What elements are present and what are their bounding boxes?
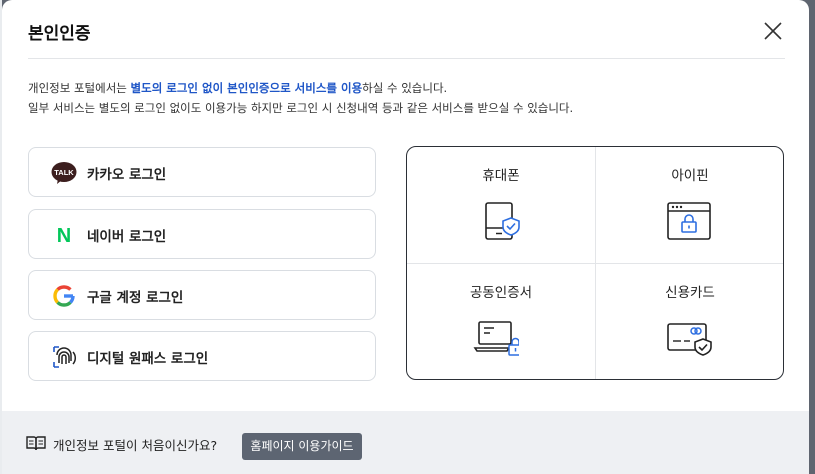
auth-method-credit-card-label: 신용카드 xyxy=(665,285,715,301)
auth-method-certificate[interactable]: 공동인증서 xyxy=(407,264,595,379)
kakao-talk-icon: TALK xyxy=(51,162,77,184)
auth-method-ipin[interactable]: 아이핀 xyxy=(596,147,783,263)
modal-footer: 개인정보 포털이 처음이신가요? 홈페이지 이용가이드 xyxy=(2,411,809,474)
auth-method-certificate-label: 공동인증서 xyxy=(469,285,533,301)
homepage-guide-button[interactable]: 홈페이지 이용가이드 xyxy=(242,433,362,460)
close-button[interactable] xyxy=(760,18,786,44)
kakao-login-button[interactable]: TALK 카카오 로그인 xyxy=(28,147,376,197)
title-divider xyxy=(28,58,785,59)
auth-method-credit-card[interactable]: 신용카드 xyxy=(596,264,783,379)
description-line-1-post: 하실 수 있습니다. xyxy=(362,81,448,95)
background-overlay-right xyxy=(809,0,815,474)
modal-description: 개인정보 포털에서는 별도의 로그인 없이 본인인증으로 서비스를 이용하실 수… xyxy=(28,78,573,118)
ipin-browser-lock-icon xyxy=(667,202,711,240)
naver-login-button[interactable]: N 네이버 로그인 xyxy=(28,209,376,259)
auth-method-mobile-label: 휴대폰 xyxy=(482,168,520,184)
close-icon xyxy=(764,22,782,40)
auth-method-grid: 휴대폰 아이핀 공동인증서 신용카드 xyxy=(406,146,784,380)
digital-onepass-login-button[interactable]: 디지털 원패스 로그인 xyxy=(28,331,376,381)
kakao-login-label: 카카오 로그인 xyxy=(87,167,167,183)
naver-icon-text: N xyxy=(57,225,71,247)
google-icon xyxy=(53,285,75,307)
modal-title: 본인인증 xyxy=(28,24,91,44)
book-icon xyxy=(26,436,46,451)
mobile-phone-shield-icon xyxy=(485,202,520,240)
description-line-1-pre: 개인정보 포털에서는 xyxy=(28,81,131,95)
description-line-1: 개인정보 포털에서는 별도의 로그인 없이 본인인증으로 서비스를 이용하실 수… xyxy=(28,78,573,98)
credit-card-shield-icon xyxy=(667,323,712,356)
auth-method-ipin-label: 아이핀 xyxy=(671,168,709,184)
google-login-button[interactable]: 구글 계정 로그인 xyxy=(28,270,376,320)
fingerprint-icon xyxy=(53,346,77,368)
description-line-2: 일부 서비스는 별도의 로그인 없이도 이용가능 하지만 로그인 시 신청내역 … xyxy=(28,101,574,115)
description-highlight: 별도의 로그인 없이 본인인증으로 서비스를 이용 xyxy=(130,81,363,95)
identity-verification-modal: 본인인증 개인정보 포털에서는 별도의 로그인 없이 본인인증으로 서비스를 이… xyxy=(2,0,809,474)
digital-onepass-login-label: 디지털 원패스 로그인 xyxy=(87,351,209,367)
certificate-laptop-lock-icon xyxy=(473,321,519,356)
naver-icon: N xyxy=(57,225,71,247)
naver-login-label: 네이버 로그인 xyxy=(87,229,167,245)
first-visit-question: 개인정보 포털이 처음이신가요? xyxy=(53,438,218,453)
kakao-icon-text: TALK xyxy=(54,168,74,177)
google-login-label: 구글 계정 로그인 xyxy=(87,290,184,306)
auth-method-mobile[interactable]: 휴대폰 xyxy=(407,147,595,263)
